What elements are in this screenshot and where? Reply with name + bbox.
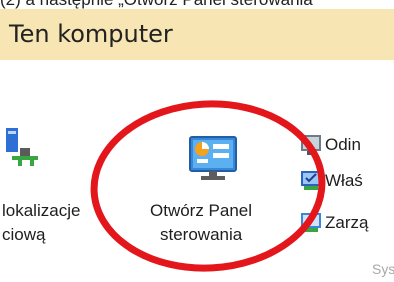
manage-label: Zarzą [325,213,369,232]
network-computer-icon [6,128,38,166]
manage-icon [301,213,321,232]
open-control-panel-label-line2: sterowania [160,225,243,244]
system-group-label: Sys [372,261,394,277]
map-network-location-button[interactable]: lokalizacje ciową [0,96,118,271]
uninstall-program-button[interactable]: Odin [298,134,394,160]
ribbon-computer-tab: lokalizacje ciową Otwórz Panel sterowani… [0,96,394,282]
window-title-bar: Ten komputer [0,9,394,60]
uninstall-program-label: Odin [325,135,361,154]
system-properties-icon [301,171,321,190]
map-network-location-label-line1: lokalizacje [2,201,81,220]
manage-button[interactable]: Zarzą [298,212,394,238]
control-panel-icon [189,136,237,180]
map-network-location-label-line2: ciową [2,225,46,244]
window-title: Ten komputer [9,20,173,48]
open-control-panel-label-line1: Otwórz Panel [150,201,253,220]
system-properties-label: Właś [325,171,363,190]
open-control-panel-button[interactable]: Otwórz Panel sterowania [138,96,292,271]
instruction-caption: (2) a następnie „Otwórz Panel sterowania… [0,0,394,9]
system-properties-button[interactable]: Właś [298,170,394,196]
uninstall-icon [301,135,321,155]
